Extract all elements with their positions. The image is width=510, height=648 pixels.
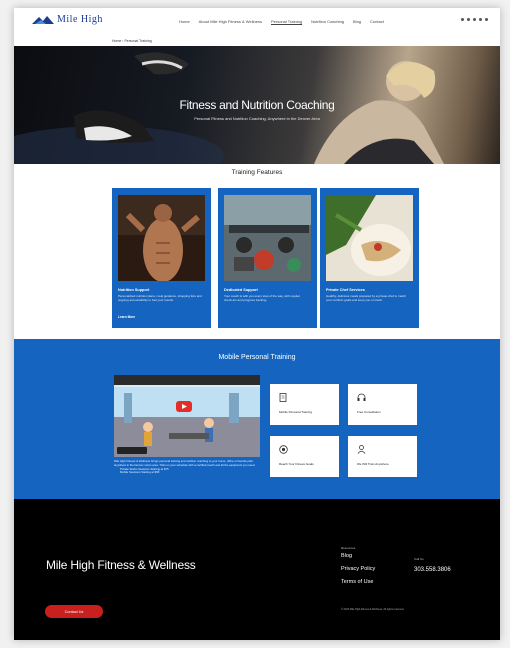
card-title: Nutrition Support [118, 288, 150, 292]
contact-us-button[interactable]: Contact Us [45, 605, 103, 618]
footer-phone[interactable]: 303.558.3806 [414, 567, 451, 573]
footer-links-heading: Resources [341, 546, 356, 550]
chef-card-image [326, 195, 413, 281]
footer-call-heading: Call Us [414, 557, 424, 561]
hero-subtitle: Personal Fitness and Nutrition Coaching,… [194, 116, 320, 121]
site-logo[interactable]: Mile High [32, 14, 103, 25]
features-heading: Training Features [231, 169, 283, 176]
hero-banner: Fitness and Nutrition Coaching Personal … [14, 46, 500, 164]
footer-copyright: © 2023 Mile High Fitness & Wellness. All… [341, 608, 405, 611]
service-card-mobile-training[interactable]: Mobile Personal Training [270, 384, 339, 425]
card-title: Dedicated Support [224, 288, 258, 292]
card-description: Healthy, delicious meals prepared by a p… [326, 294, 407, 302]
service-card-train-anywhere[interactable]: We Will Train Anywhere [348, 436, 417, 477]
logo-text: Mile High [57, 14, 103, 25]
hero-title: Fitness and Nutrition Coaching [179, 98, 335, 112]
nav-personal-training[interactable]: Personal Training [271, 19, 302, 24]
mobile-training-description: Mile High Fitness & Wellness brings pers… [114, 459, 262, 475]
facebook-icon[interactable] [461, 18, 464, 21]
social-links [461, 18, 488, 21]
breadcrumb[interactable]: Home › Personal Training [112, 39, 152, 43]
document-icon [279, 393, 287, 402]
nav-home[interactable]: Home [179, 19, 190, 24]
site-footer: Mile High Fitness & Wellness Contact Us … [14, 499, 500, 640]
mountain-logo-icon [32, 15, 54, 24]
card-description: Personalized nutrition plans, meal guida… [118, 294, 202, 302]
target-icon [279, 445, 288, 454]
linkedin-icon[interactable] [485, 18, 488, 21]
service-label: Free Consultation [357, 410, 381, 414]
video-player[interactable] [114, 375, 260, 457]
feature-card-support[interactable]: Dedicated Support Your coach is with you… [218, 188, 317, 328]
person-icon [357, 445, 366, 454]
card-title: Private Chef Services [326, 288, 365, 292]
support-card-image [224, 195, 311, 281]
instagram-icon[interactable] [473, 18, 476, 21]
page: Mile High Home About Mile High Fitness &… [14, 8, 500, 640]
nav-about[interactable]: About Mile High Fitness & Wellness [199, 19, 262, 24]
service-label: Reach Your Fitness Goals [279, 462, 314, 466]
service-label: We Will Train Anywhere [357, 462, 389, 466]
mobile-training-section: Mobile Personal Training Mile High Fitne… [14, 339, 500, 499]
headset-icon [357, 393, 366, 401]
footer-brand: Mile High Fitness & Wellness [46, 558, 196, 572]
nav-blog[interactable]: Blog [353, 19, 361, 24]
learn-more-link[interactable]: Learn More [118, 315, 135, 319]
service-label: Mobile Personal Training [279, 410, 313, 414]
service-card-fitness-goals[interactable]: Reach Your Fitness Goals [270, 436, 339, 477]
mobile-training-heading: Mobile Personal Training [218, 354, 296, 361]
youtube-icon[interactable] [479, 18, 482, 21]
service-card-free-consultation[interactable]: Free Consultation [348, 384, 417, 425]
nav-nutrition-coaching[interactable]: Nutrition Coaching [311, 19, 344, 24]
feature-card-nutrition[interactable]: Nutrition Support Personalized nutrition… [112, 188, 211, 328]
price-bullet: Mobile Sessions Starting at $95 [120, 470, 160, 475]
footer-link-blog[interactable]: Blog [341, 553, 352, 559]
main-nav: Home About Mile High Fitness & Wellness … [179, 19, 384, 24]
footer-link-privacy[interactable]: Privacy Policy [341, 566, 375, 572]
site-header: Mile High Home About Mile High Fitness &… [14, 8, 500, 37]
footer-link-terms[interactable]: Terms of Use [341, 579, 373, 585]
twitter-icon[interactable] [467, 18, 470, 21]
card-description: Your coach is with you every step of the… [224, 294, 300, 302]
nutrition-card-image [118, 195, 205, 281]
feature-card-chef[interactable]: Private Chef Services Healthy, delicious… [320, 188, 419, 328]
nav-contact[interactable]: Contact [370, 19, 384, 24]
